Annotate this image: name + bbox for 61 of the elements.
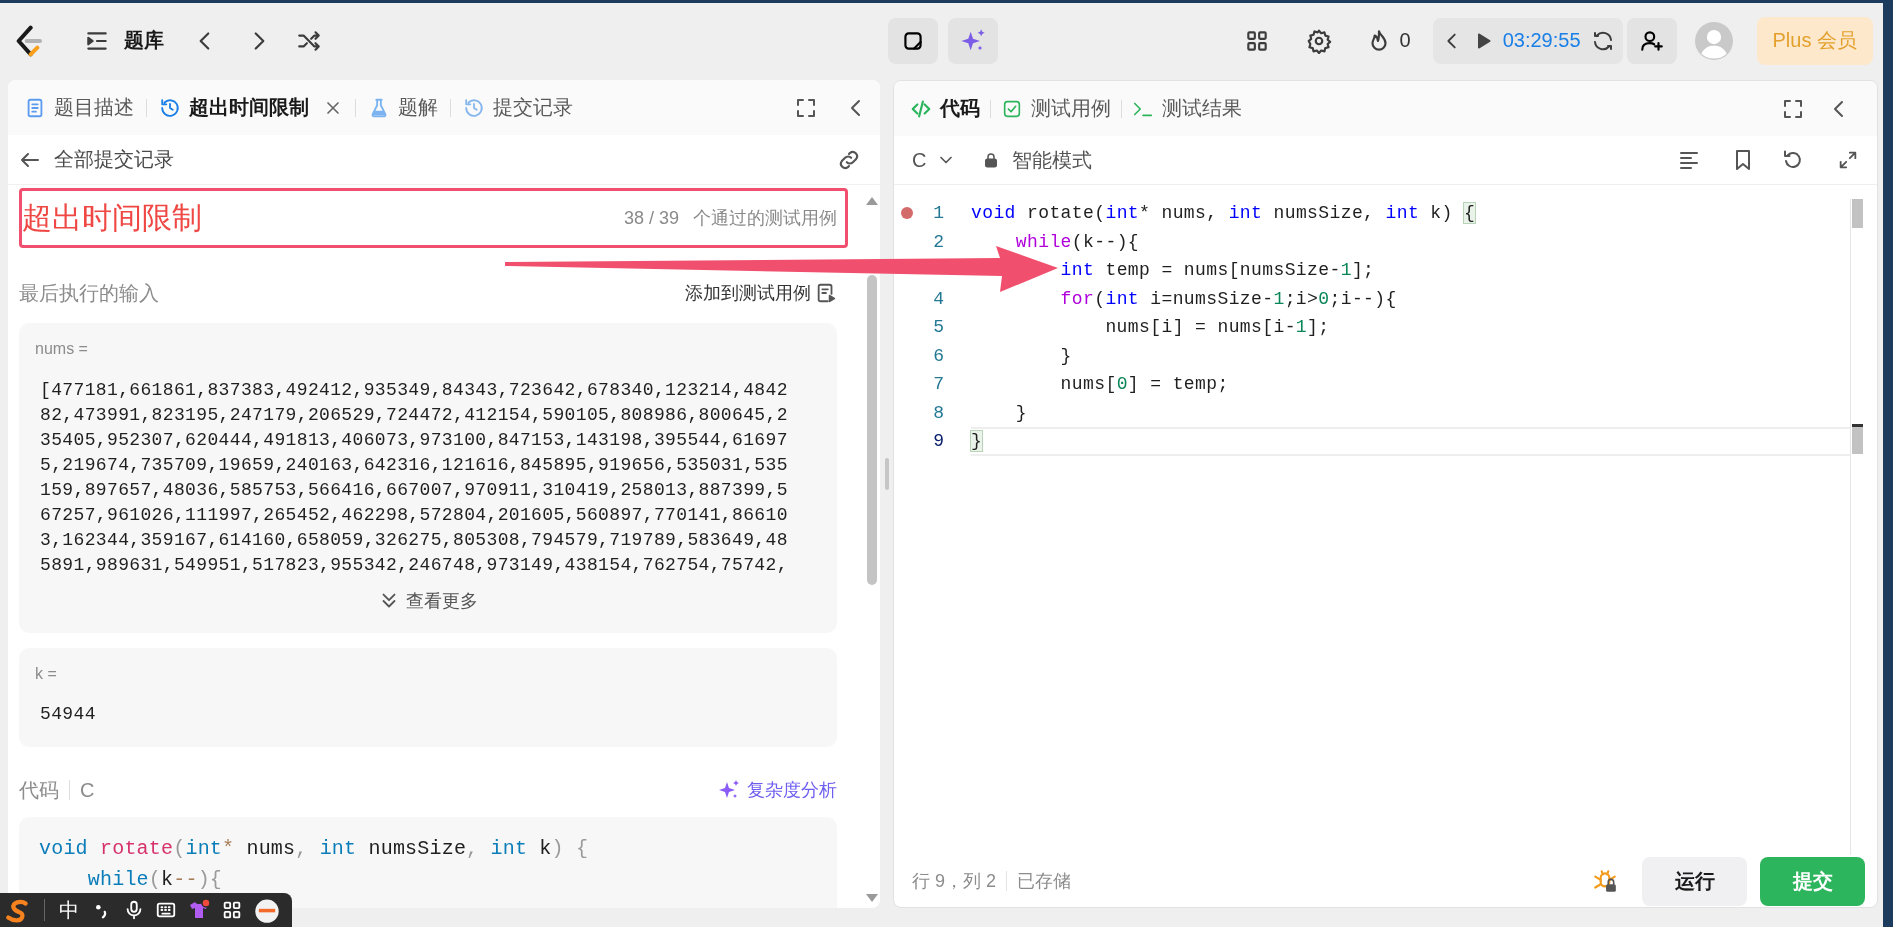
line-number: 8 [932,402,944,423]
input-value: 54944 [40,703,97,726]
mode-label: 智能模式 [1012,147,1093,173]
code-line: nums[i] = nums[i-1]; [1104,316,1331,339]
code-line: void rotate(int* nums, int numsSize, int k) { [971,202,1477,225]
code-line: void rotate(int* nums, int numsSize, int k) { [39,836,589,862]
resize-handle[interactable] [884,458,889,490]
streak-count: 0 [1399,29,1411,52]
breakpoint-dot[interactable] [901,207,913,220]
test-count-label: 个通过的测试用例 [693,207,837,230]
line-number: 6 [932,345,944,366]
add-testcase-icon [815,282,837,304]
tab[interactable]: 测试用例 [999,88,1113,129]
variable-label: nums = [35,339,88,359]
section-label: 最后执行的输入 [19,280,159,306]
cursor-position: 行 9，列 2 [912,870,997,893]
input-value: [477181,661861,837383,492412,935349,84343,723642,678340,123214,484282,473991,823195,247179,206529,724472,412154,590105,808986,800645,235405,952307,620444,491813,406073,973100,847153,143198,395544,616975,219674,735709,19659,240163,642316,121616,845895,919656,535031,535159,897657,48036,585753,566416,667007,970911,310419,258013,887399,567257,961026,111997,265452,462298,572804,201605,560897,770141,866103,162344,359167,614160,658059,326275,805308,794579,719789,583649,485891,989631,549951,517823,955342,246748,973149,438154,762754,75742, [40,379,789,577]
tab[interactable]: 代码 [908,88,982,129]
settings-icon[interactable] [1305,27,1332,54]
variable-label: k = [35,664,57,684]
tab[interactable]: 测试结果 [1130,88,1244,129]
add-friend-button[interactable] [1626,17,1677,64]
debug-icon[interactable] [1592,868,1618,894]
code-line: nums[0] = temp; [1059,373,1230,396]
ai-assistant-button[interactable] [947,17,998,64]
code-line: } [1059,344,1073,368]
line-number: 7 [932,374,944,395]
line-number: 2 [932,231,944,252]
code-line: for(int i=numsSize-1;i>0;i--){ [1059,287,1398,311]
run-button[interactable]: 运行 [1642,856,1747,906]
code-line: while(k--){ [86,867,223,893]
code-line: int temp = nums[numsSize-1]; [1059,259,1376,282]
code-line: } [1014,401,1028,425]
line-number: 9 [932,431,944,452]
complexity-analysis-button[interactable]: 复杂度分析 [717,778,837,802]
input-language-toggle[interactable]: 中 [59,896,79,924]
expand-icon[interactable] [1837,149,1859,171]
note-button[interactable] [887,17,938,64]
test-count: 38 / 39 [623,207,679,229]
problem-list-link[interactable]: 题库 [124,27,164,54]
code-line: while(k--){ [1014,230,1141,254]
tab[interactable]: 超出时间限制 [155,87,347,128]
show-more-button[interactable]: 查看更多 [378,586,478,616]
back-link[interactable]: 全部提交记录 [18,146,174,173]
timer-text: 03:29:55 [1502,29,1581,52]
tab[interactable]: 提交记录 [459,87,577,128]
status-text: 超出时间限制 [22,199,203,236]
line-number: 5 [932,317,944,338]
tab[interactable]: 题解 [364,87,442,128]
line-number: 1 [932,203,944,224]
line-number: 4 [932,288,944,309]
grid-icon[interactable] [221,899,243,921]
history-icon [463,96,485,119]
history-icon [159,96,181,119]
language-label: C [80,778,95,802]
add-to-testcases-button[interactable]: 添加到测试用例 [685,281,837,305]
language-dropdown[interactable]: C [912,148,957,172]
tab[interactable]: 题目描述 [20,87,138,128]
save-status: 已存储 [1017,870,1072,893]
code-line: } [971,427,1850,456]
section-label: 代码 [19,777,59,803]
